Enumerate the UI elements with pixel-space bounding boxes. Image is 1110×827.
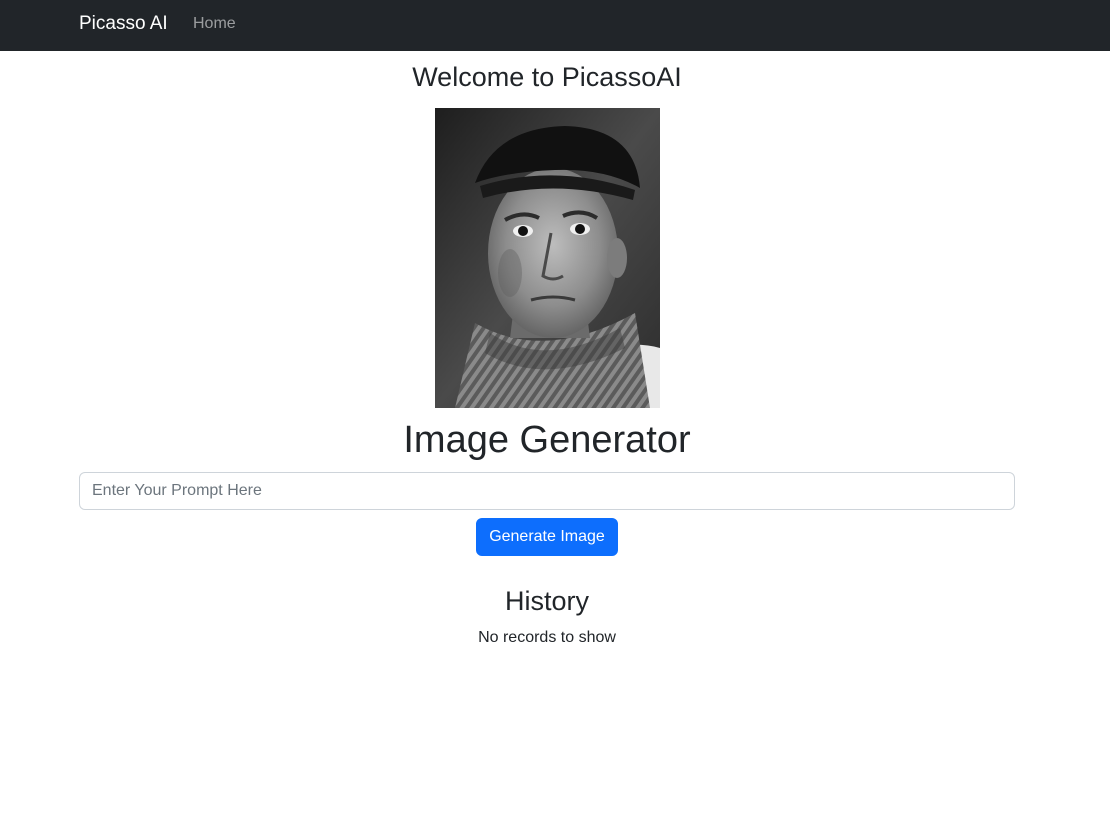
welcome-heading: Welcome to PicassoAI — [412, 62, 682, 92]
generate-image-button[interactable]: Generate Image — [476, 518, 618, 556]
top-navbar: Picasso AI Home — [0, 0, 1110, 51]
history-heading: History — [504, 586, 589, 616]
picasso-portrait-image — [435, 108, 660, 408]
image-generator-heading: Image Generator — [403, 419, 691, 461]
brand-link[interactable]: Picasso AI — [79, 12, 168, 36]
prompt-input[interactable] — [79, 472, 1015, 510]
history-empty-message: No records to show — [478, 629, 616, 646]
nav-link-home[interactable]: Home — [193, 13, 236, 35]
